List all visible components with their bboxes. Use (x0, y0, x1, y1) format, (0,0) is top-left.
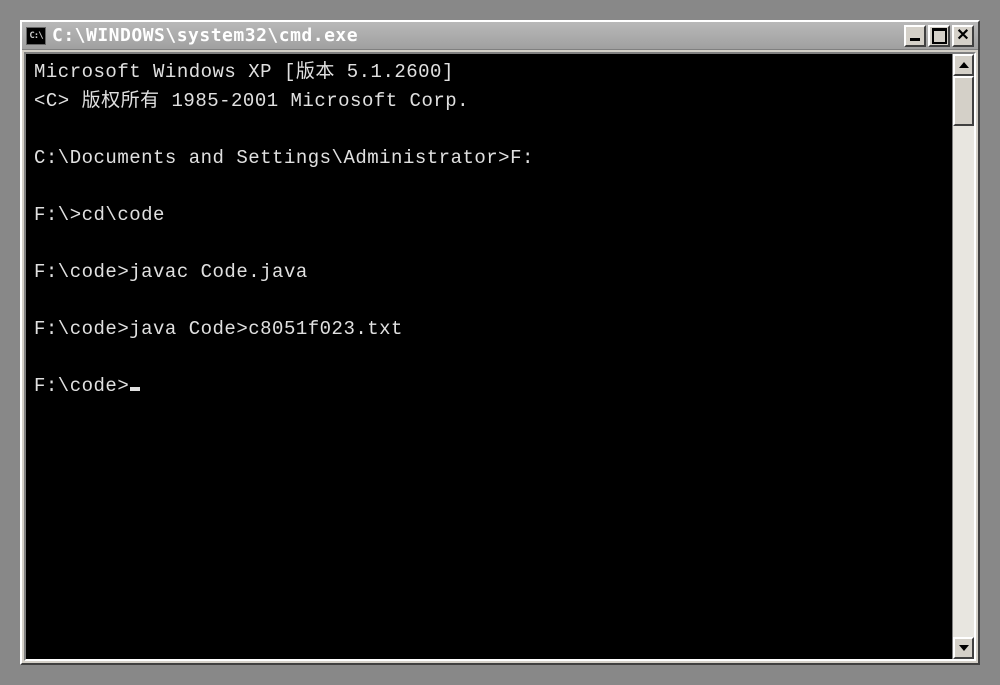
console-line: F:\>cd\code (34, 204, 165, 226)
console-line: <C> 版权所有 1985-2001 Microsoft Corp. (34, 90, 469, 112)
cursor-icon (130, 387, 140, 391)
scroll-track[interactable] (953, 76, 974, 637)
console-line: F:\code> (34, 375, 129, 397)
console-line: C:\Documents and Settings\Administrator>… (34, 147, 534, 169)
scroll-up-button[interactable] (953, 54, 974, 76)
scroll-down-button[interactable] (953, 637, 974, 659)
maximize-button[interactable] (928, 25, 950, 47)
app-icon: C:\ (26, 27, 46, 45)
console-line: F:\code>javac Code.java (34, 261, 308, 283)
close-button[interactable]: ✕ (952, 25, 974, 47)
console-output[interactable]: Microsoft Windows XP [版本 5.1.2600] <C> 版… (26, 54, 952, 659)
minimize-button[interactable] (904, 25, 926, 47)
window-controls: ✕ (904, 25, 974, 47)
client-area: Microsoft Windows XP [版本 5.1.2600] <C> 版… (24, 52, 976, 661)
titlebar: C:\ C:\WINDOWS\system32\cmd.exe ✕ (22, 22, 978, 50)
window-title: C:\WINDOWS\system32\cmd.exe (52, 25, 904, 46)
scroll-thumb[interactable] (953, 76, 974, 126)
console-line: F:\code>java Code>c8051f023.txt (34, 318, 403, 340)
vertical-scrollbar[interactable] (952, 54, 974, 659)
console-line: Microsoft Windows XP [版本 5.1.2600] (34, 61, 454, 83)
cmd-window: C:\ C:\WINDOWS\system32\cmd.exe ✕ Micros… (20, 20, 980, 665)
